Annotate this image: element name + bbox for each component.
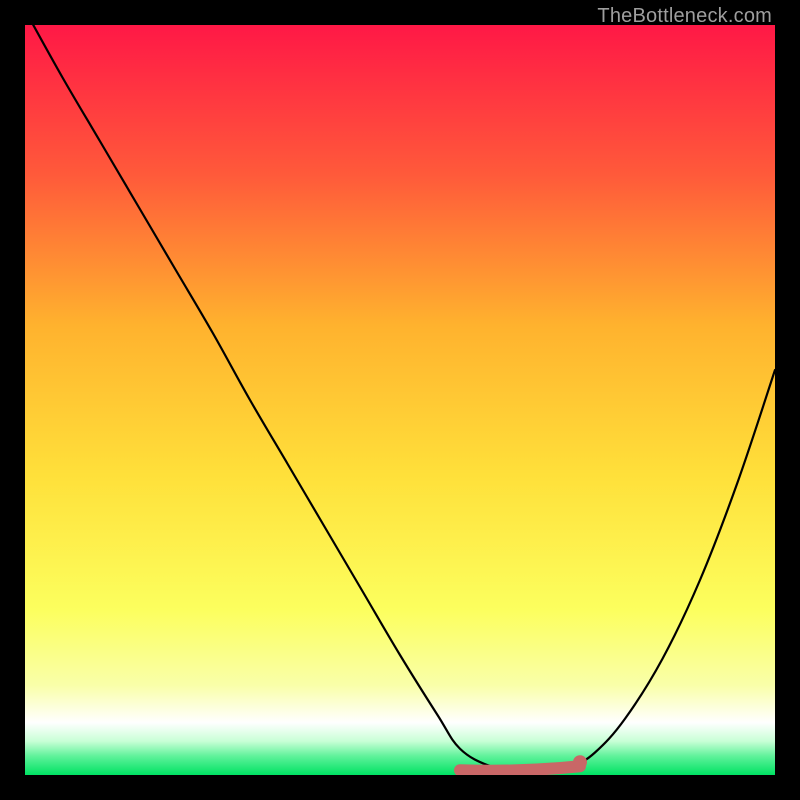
bottleneck-curve	[25, 25, 775, 770]
plot-area	[25, 25, 775, 775]
optimal-band-marker	[460, 766, 580, 771]
chart-svg	[25, 25, 775, 775]
optimal-point-marker	[573, 755, 587, 769]
chart-container: TheBottleneck.com	[0, 0, 800, 800]
